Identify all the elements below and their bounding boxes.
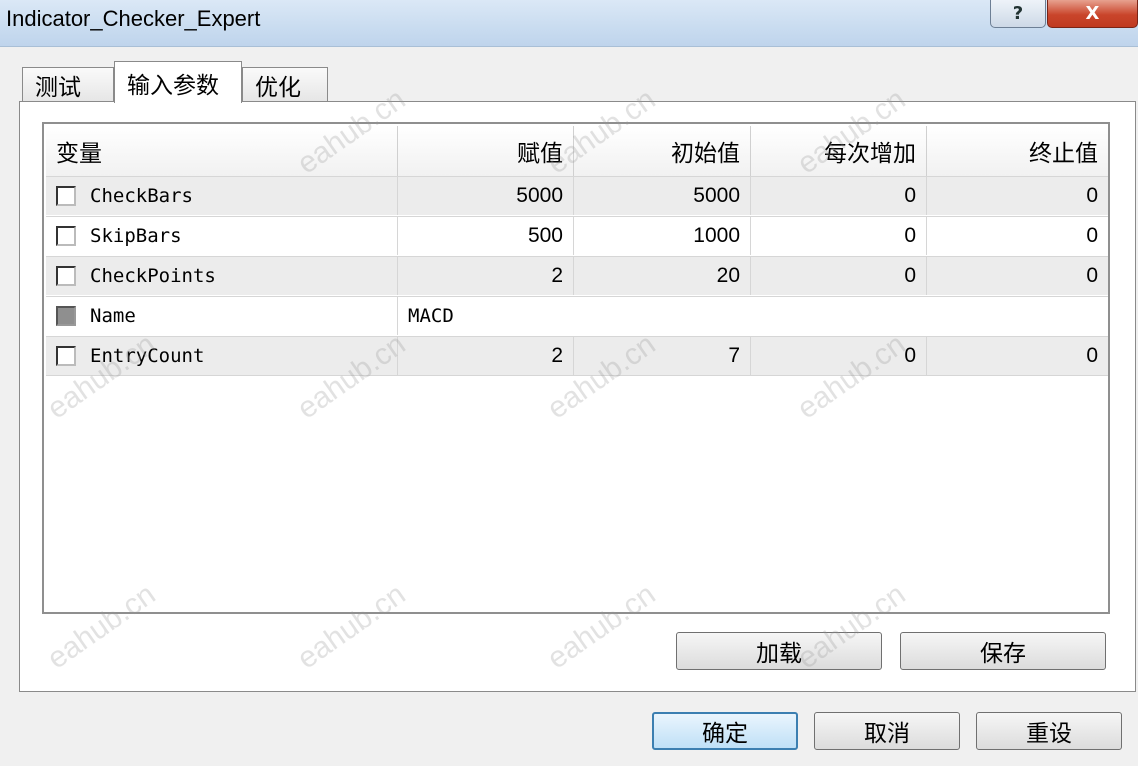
- param-name-cell: SkipBars: [46, 217, 398, 255]
- help-button[interactable]: ?: [990, 0, 1046, 28]
- header-start[interactable]: 初始值: [574, 126, 751, 176]
- param-name: CheckPoints: [90, 265, 216, 287]
- header-stop[interactable]: 终止值: [927, 126, 1108, 176]
- header-value[interactable]: 赋值: [398, 126, 574, 176]
- optimize-checkbox-disabled: [56, 306, 76, 326]
- table-row[interactable]: Name MACD: [46, 296, 1108, 335]
- param-name: EntryCount: [90, 345, 205, 367]
- ok-button[interactable]: 确定: [652, 712, 798, 750]
- param-start[interactable]: 20: [574, 257, 751, 295]
- param-value[interactable]: 2: [398, 337, 574, 375]
- cancel-button[interactable]: 取消: [814, 712, 960, 750]
- param-name-cell: CheckBars: [46, 177, 398, 215]
- param-name: SkipBars: [90, 225, 182, 247]
- optimize-checkbox[interactable]: [56, 226, 76, 246]
- param-stop[interactable]: 0: [927, 257, 1108, 295]
- param-stop[interactable]: 0: [927, 177, 1108, 215]
- param-value[interactable]: MACD: [398, 297, 1108, 335]
- param-value[interactable]: 2: [398, 257, 574, 295]
- header-step[interactable]: 每次增加: [751, 126, 927, 176]
- param-name: CheckBars: [90, 185, 193, 207]
- table-header: 变量 赋值 初始值 每次增加 终止值: [46, 126, 1108, 176]
- close-icon: X: [1085, 3, 1100, 24]
- table-row[interactable]: CheckBars 5000 5000 0 0: [46, 176, 1108, 215]
- param-name-cell: CheckPoints: [46, 257, 398, 295]
- title-bar: Indicator_Checker_Expert ? X: [0, 0, 1138, 47]
- param-value[interactable]: 500: [398, 217, 574, 255]
- optimize-checkbox[interactable]: [56, 186, 76, 206]
- header-variable[interactable]: 变量: [46, 126, 398, 176]
- param-start[interactable]: 1000: [574, 217, 751, 255]
- param-start[interactable]: 7: [574, 337, 751, 375]
- load-button[interactable]: 加载: [676, 632, 882, 670]
- tab-optimization[interactable]: 优化: [242, 67, 328, 101]
- parameters-table: 变量 赋值 初始值 每次增加 终止值 CheckBars 5000 5000 0…: [42, 122, 1110, 614]
- param-name-cell: EntryCount: [46, 337, 398, 375]
- tab-test[interactable]: 测试: [22, 67, 114, 101]
- table-row[interactable]: EntryCount 2 7 0 0: [46, 336, 1108, 376]
- param-step[interactable]: 0: [751, 177, 927, 215]
- param-stop[interactable]: 0: [927, 217, 1108, 255]
- param-step[interactable]: 0: [751, 257, 927, 295]
- close-button[interactable]: X: [1047, 0, 1138, 28]
- param-value[interactable]: 5000: [398, 177, 574, 215]
- param-step[interactable]: 0: [751, 217, 927, 255]
- param-stop[interactable]: 0: [927, 337, 1108, 375]
- save-button[interactable]: 保存: [900, 632, 1106, 670]
- param-start[interactable]: 5000: [574, 177, 751, 215]
- table-row[interactable]: SkipBars 500 1000 0 0: [46, 216, 1108, 255]
- tab-input-parameters[interactable]: 输入参数: [114, 61, 242, 103]
- optimize-checkbox[interactable]: [56, 346, 76, 366]
- table-row[interactable]: CheckPoints 2 20 0 0: [46, 256, 1108, 295]
- reset-button[interactable]: 重设: [976, 712, 1122, 750]
- param-name: Name: [90, 305, 136, 327]
- help-icon: ?: [1012, 3, 1024, 24]
- optimize-checkbox[interactable]: [56, 266, 76, 286]
- window-title: Indicator_Checker_Expert: [6, 6, 261, 31]
- param-step[interactable]: 0: [751, 337, 927, 375]
- param-name-cell: Name: [46, 297, 398, 335]
